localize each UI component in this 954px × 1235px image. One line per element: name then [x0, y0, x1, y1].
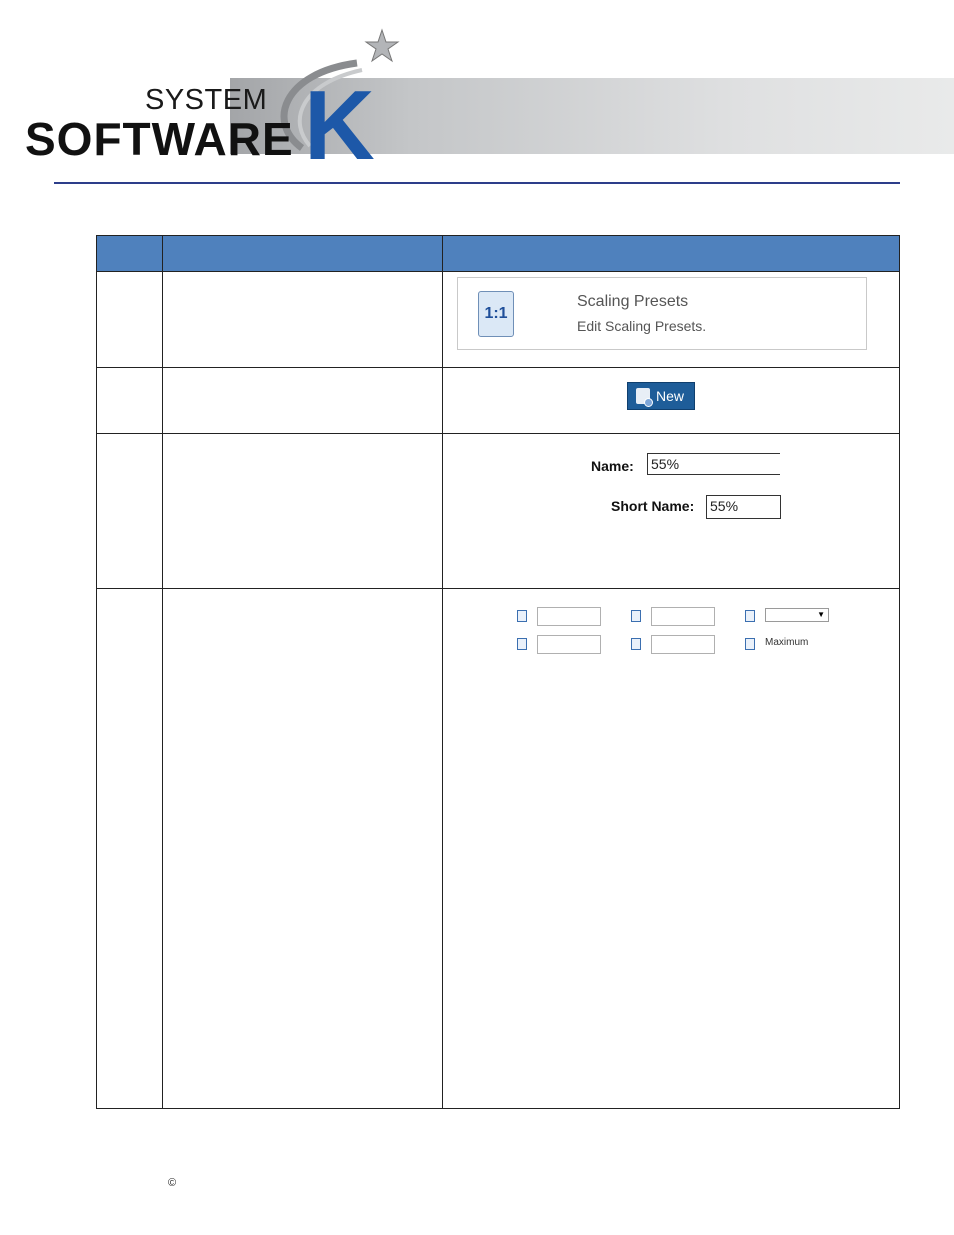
- header-divider: [54, 182, 900, 184]
- name-field[interactable]: 55%: [647, 453, 780, 475]
- screenshot-cell: Name: 55% Short Name: 55%: [442, 433, 900, 589]
- scaling-presets-card[interactable]: 1:1 Scaling Presets Edit Scaling Presets…: [457, 277, 867, 350]
- scaling-presets-icon: 1:1: [478, 291, 514, 337]
- table-row: 1:1 Scaling Presets Edit Scaling Presets…: [96, 271, 900, 368]
- height-input[interactable]: [537, 635, 601, 654]
- table-row: Name: 55% Short Name: 55%: [96, 433, 900, 589]
- header-step: [96, 235, 163, 272]
- scaling-icon-text: 1:1: [484, 305, 508, 322]
- step-cell: [96, 271, 163, 368]
- maximum-label: Maximum: [765, 637, 809, 648]
- width-icon: [517, 610, 527, 622]
- scale-mode-select[interactable]: ▼: [765, 608, 829, 622]
- instructions-table: 1:1 Scaling Presets Edit Scaling Presets…: [96, 235, 900, 1109]
- page-height-icon: [631, 638, 641, 650]
- height-icon: [517, 638, 527, 650]
- logo-k-letter: K: [304, 70, 375, 180]
- scaling-presets-title: Scaling Presets: [577, 293, 689, 310]
- table-row: ▼ Maximum: [96, 588, 900, 1109]
- page-width-input[interactable]: [651, 607, 715, 626]
- step-cell: [96, 367, 163, 434]
- short-name-field[interactable]: 55%: [706, 495, 781, 519]
- step-cell: [96, 433, 163, 589]
- new-document-icon: [636, 388, 653, 407]
- page-height-input[interactable]: [651, 635, 715, 654]
- maximum-icon: [745, 638, 755, 650]
- header-action: [162, 235, 443, 272]
- screenshot-cell: 1:1 Scaling Presets Edit Scaling Presets…: [442, 271, 900, 368]
- header-screenshot: [442, 235, 900, 272]
- new-button[interactable]: New: [627, 382, 695, 410]
- table-header-row: [96, 235, 900, 272]
- percent-icon: [745, 610, 755, 622]
- page-width-icon: [631, 610, 641, 622]
- copyright-symbol: ©: [168, 1177, 177, 1189]
- action-cell: [162, 433, 443, 589]
- short-name-label: Short Name:: [611, 498, 695, 514]
- new-button-label: New: [656, 388, 685, 404]
- table-row: New: [96, 367, 900, 434]
- width-input[interactable]: [537, 607, 601, 626]
- action-cell: [162, 588, 443, 1109]
- step-cell: [96, 588, 163, 1109]
- action-cell: [162, 271, 443, 368]
- scaling-presets-description: Edit Scaling Presets.: [577, 318, 707, 334]
- logo-software-text: SOFTWARE: [25, 113, 294, 165]
- name-label: Name:: [591, 458, 634, 474]
- action-cell: [162, 367, 443, 434]
- screenshot-cell: ▼ Maximum: [442, 588, 900, 1109]
- screenshot-cell: New: [442, 367, 900, 434]
